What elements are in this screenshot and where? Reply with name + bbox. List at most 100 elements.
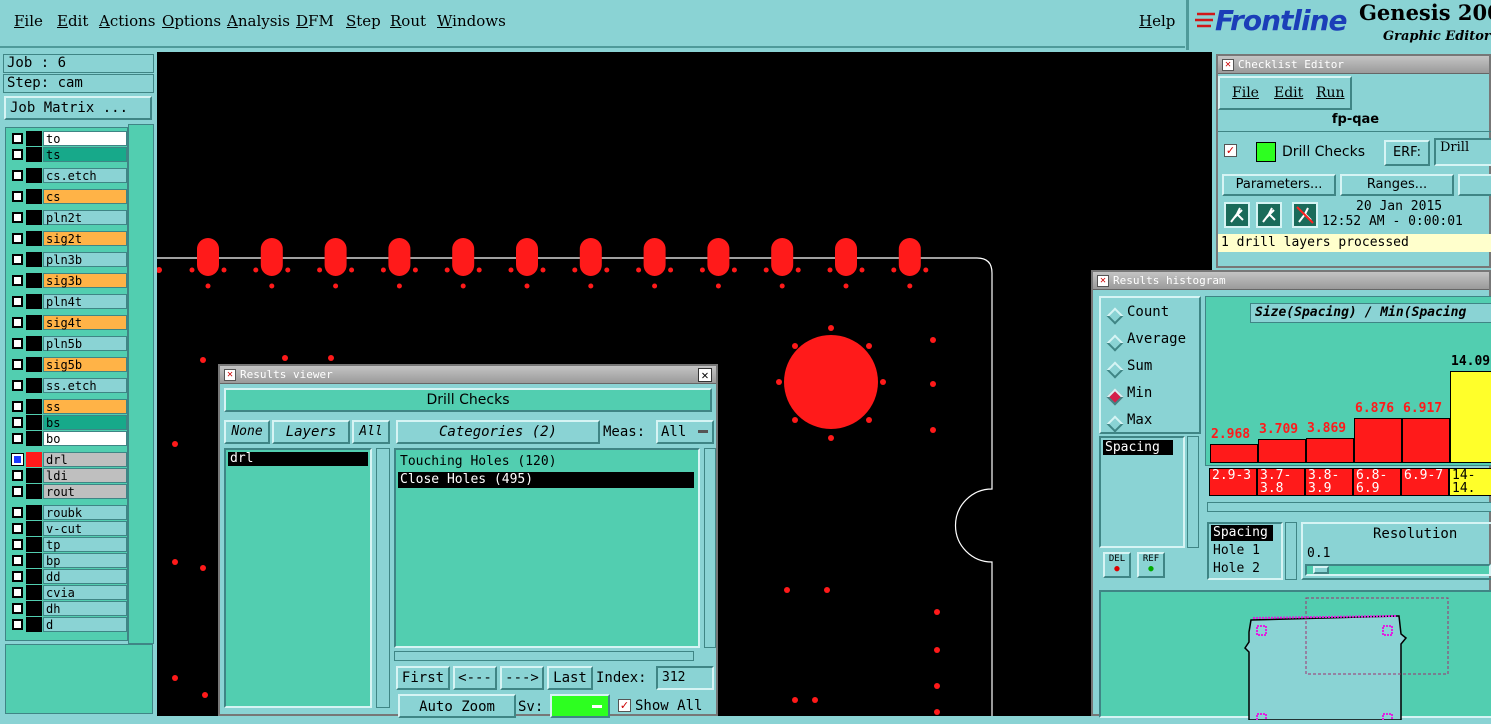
layer-checkbox[interactable]	[12, 539, 23, 550]
layer-row[interactable]: bs	[8, 415, 127, 430]
layer-checkbox[interactable]	[12, 523, 23, 534]
layer-row[interactable]: sig5b	[8, 357, 127, 372]
menu-options[interactable]: Options	[162, 12, 221, 30]
layer-name[interactable]: pln5b	[43, 336, 127, 351]
layer-row[interactable]: tp	[8, 537, 127, 552]
menu-analysis[interactable]: Analysis	[227, 12, 290, 30]
radio-min[interactable]	[1106, 388, 1124, 406]
layer-row[interactable]: v-cut	[8, 521, 127, 536]
layer-name[interactable]: rout	[43, 484, 127, 499]
layer-checkbox[interactable]	[12, 587, 23, 598]
histogram-bar[interactable]	[1306, 438, 1354, 463]
layer-color-swatch[interactable]	[26, 601, 42, 616]
layer-name[interactable]: drl	[43, 452, 127, 467]
layer-checkbox[interactable]	[12, 486, 23, 497]
layer-color-swatch[interactable]	[26, 189, 42, 204]
layer-color-swatch[interactable]	[26, 505, 42, 520]
layer-checkbox[interactable]	[12, 603, 23, 614]
category-list-scrollbar[interactable]	[704, 448, 716, 648]
layer-name[interactable]: dd	[43, 569, 127, 584]
layer-name[interactable]: sig2t	[43, 231, 127, 246]
layer-checkbox[interactable]	[12, 254, 23, 265]
layer-color-swatch[interactable]	[26, 468, 42, 483]
run-icon[interactable]	[1224, 202, 1250, 228]
layer-color-swatch[interactable]	[26, 357, 42, 372]
radio-average[interactable]	[1106, 334, 1124, 352]
layer-name[interactable]: v-cut	[43, 521, 127, 536]
layer-name[interactable]: sig3b	[43, 273, 127, 288]
menu-step[interactable]: Step	[346, 12, 381, 30]
layer-row[interactable]: sig4t	[8, 315, 127, 330]
layer-checkbox[interactable]	[12, 507, 23, 518]
layer-row[interactable]: pln5b	[8, 336, 127, 351]
prev-button[interactable]: <---	[453, 666, 497, 690]
layer-results-list[interactable]: drl	[224, 448, 372, 708]
histogram-bar[interactable]	[1210, 444, 1258, 463]
list-item[interactable]: Close Holes (495)	[398, 472, 694, 488]
erf-field[interactable]: Drill	[1434, 138, 1491, 166]
close-icon[interactable]: ✕	[698, 368, 712, 382]
list-item[interactable]: Spacing	[1103, 440, 1173, 455]
menu-dfm[interactable]: DFM	[296, 12, 334, 30]
layer-color-swatch[interactable]	[26, 569, 42, 584]
layer-checkbox[interactable]	[12, 417, 23, 428]
layer-checkbox[interactable]	[12, 401, 23, 412]
layer-name[interactable]: ldi	[43, 468, 127, 483]
slider-thumb[interactable]	[1313, 566, 1329, 574]
layer-row[interactable]: dd	[8, 569, 127, 584]
layer-row[interactable]: roubk	[8, 505, 127, 520]
layer-name[interactable]: pln3b	[43, 252, 127, 267]
board-preview[interactable]	[1099, 590, 1491, 724]
layers-button[interactable]: Layers	[272, 420, 350, 444]
index-input[interactable]: 312	[656, 666, 714, 690]
layer-row[interactable]: bo	[8, 431, 127, 446]
histogram-bar[interactable]	[1258, 439, 1306, 463]
layer-checkbox[interactable]	[12, 233, 23, 244]
layer-name[interactable]: d	[43, 617, 127, 632]
layer-row[interactable]: ldi	[8, 468, 127, 483]
layer-color-swatch[interactable]	[26, 399, 42, 414]
layer-row[interactable]: cs.etch	[8, 168, 127, 183]
menu-help[interactable]: Help	[1139, 12, 1175, 30]
layer-color-swatch[interactable]	[26, 168, 42, 183]
layer-checkbox[interactable]	[12, 133, 23, 144]
layer-name[interactable]: bs	[43, 415, 127, 430]
layer-name[interactable]: bo	[43, 431, 127, 446]
layer-row[interactable]: ss	[8, 399, 127, 414]
layer-row[interactable]: ss.etch	[8, 378, 127, 393]
checklist-menu-file[interactable]: File	[1232, 85, 1259, 101]
sv-color-select[interactable]	[550, 694, 610, 718]
layer-checkbox[interactable]	[12, 275, 23, 286]
radio-count[interactable]	[1106, 307, 1124, 325]
run-step-icon[interactable]	[1256, 202, 1282, 228]
layer-row[interactable]: pln2t	[8, 210, 127, 225]
window-menu-icon[interactable]: ✕	[224, 369, 236, 381]
window-menu-icon[interactable]: ✕	[1097, 275, 1109, 287]
layer-color-swatch[interactable]	[26, 537, 42, 552]
window-menu-icon[interactable]: ✕	[1222, 59, 1234, 71]
del-button[interactable]: DEL ●	[1103, 552, 1131, 578]
layer-checkbox[interactable]	[12, 380, 23, 391]
layer-name[interactable]: to	[43, 131, 127, 146]
layer-name[interactable]: ss.etch	[43, 378, 127, 393]
menu-windows[interactable]: Windows	[437, 12, 506, 30]
auto-zoom-button[interactable]: Auto Zoom	[398, 694, 516, 718]
layer-color-swatch[interactable]	[26, 231, 42, 246]
layer-row[interactable]: sig3b	[8, 273, 127, 288]
layer-name[interactable]: sig4t	[43, 315, 127, 330]
layer-row[interactable]: bp	[8, 553, 127, 568]
layer-row[interactable]: ts	[8, 147, 127, 162]
ref-button[interactable]: REF ●	[1137, 552, 1165, 578]
layer-row[interactable]: cvia	[8, 585, 127, 600]
layer-row[interactable]: sig2t	[8, 231, 127, 246]
radio-max[interactable]	[1106, 415, 1124, 433]
more-button[interactable]	[1458, 174, 1491, 196]
layer-row[interactable]: pln3b	[8, 252, 127, 267]
check-enable-checkbox[interactable]: ✓	[1224, 144, 1237, 157]
next-button[interactable]: --->	[500, 666, 544, 690]
histogram-bar[interactable]	[1354, 418, 1402, 463]
none-button[interactable]: None	[224, 420, 270, 444]
layer-checkbox[interactable]	[12, 433, 23, 444]
layer-list-scroll-area[interactable]	[128, 124, 154, 644]
layer-row[interactable]: cs	[8, 189, 127, 204]
